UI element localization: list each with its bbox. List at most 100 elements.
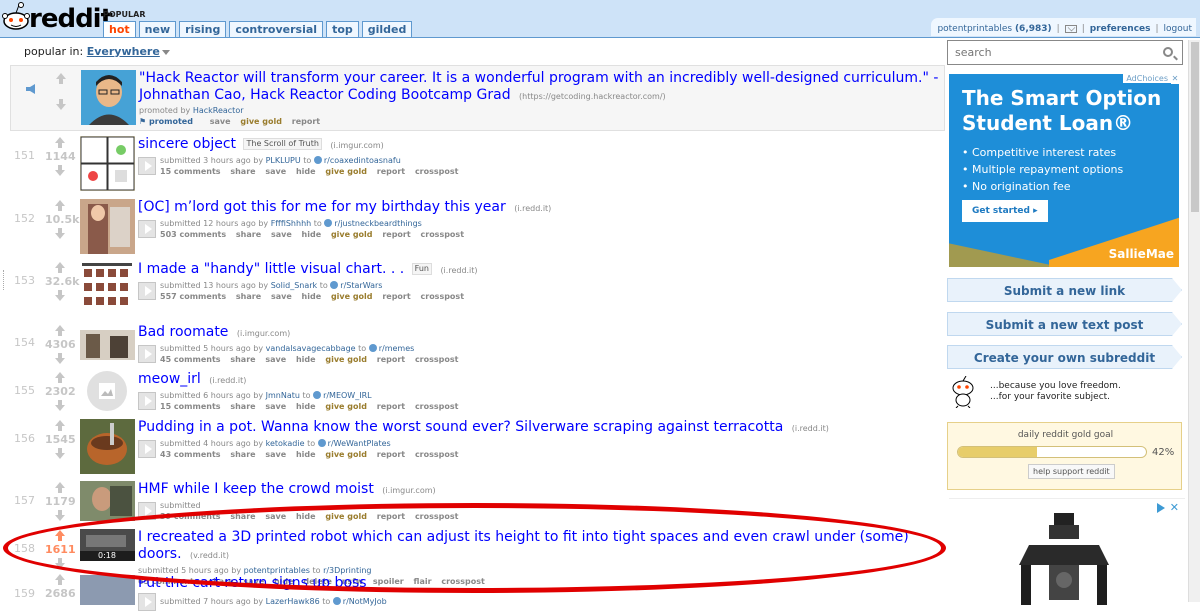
save-button[interactable]: save bbox=[265, 450, 286, 459]
tab-hot[interactable]: hot bbox=[103, 21, 136, 37]
share-button[interactable]: share bbox=[236, 292, 261, 301]
post-title[interactable]: meow_irl bbox=[138, 371, 201, 387]
submit-link-button[interactable]: Submit a new link bbox=[947, 278, 1182, 302]
crosspost-button[interactable]: crosspost bbox=[415, 450, 459, 459]
downvote-icon[interactable] bbox=[53, 447, 67, 461]
sallie-mae-ad[interactable]: AdChoices ✕ The Smart Option Student Loa… bbox=[949, 74, 1179, 267]
save-button[interactable]: save bbox=[265, 512, 286, 521]
report-button[interactable]: report bbox=[377, 167, 405, 176]
post-thumbnail[interactable] bbox=[80, 481, 135, 521]
give-gold-button[interactable]: give gold bbox=[331, 292, 373, 301]
expand-media-button[interactable] bbox=[138, 391, 156, 410]
post-title[interactable]: Pudding in a pot. Wanna know the worst s… bbox=[138, 419, 783, 435]
save-button[interactable]: save bbox=[265, 167, 286, 176]
chevron-down-icon[interactable] bbox=[161, 49, 170, 55]
give-gold-button[interactable]: give gold bbox=[325, 450, 367, 459]
expand-media-button[interactable] bbox=[138, 501, 156, 520]
subreddit-link[interactable]: r/MEOW_IRL bbox=[323, 391, 372, 400]
post-thumbnail[interactable] bbox=[80, 369, 135, 424]
downvote-icon[interactable] bbox=[54, 98, 68, 112]
post-domain[interactable]: (i.imgur.com) bbox=[330, 141, 383, 150]
post-domain[interactable]: (i.redd.it) bbox=[440, 266, 477, 275]
upvote-icon[interactable] bbox=[53, 419, 67, 433]
location-dropdown[interactable]: Everywhere bbox=[87, 45, 160, 58]
author-link[interactable]: JmnNatu bbox=[266, 391, 300, 400]
search-icon[interactable] bbox=[1163, 47, 1173, 57]
post-domain[interactable]: (i.redd.it) bbox=[209, 376, 246, 385]
downvote-icon[interactable] bbox=[53, 352, 67, 366]
give-gold-button[interactable]: give gold bbox=[325, 355, 367, 364]
tab-new[interactable]: new bbox=[138, 21, 177, 37]
upvote-icon[interactable] bbox=[54, 72, 68, 86]
ad-close-icon[interactable]: ✕ bbox=[1170, 501, 1179, 514]
post-title[interactable]: HMF while I keep the crowd moist bbox=[138, 481, 374, 497]
subreddit-link[interactable]: r/3Dprinting bbox=[323, 566, 371, 575]
post-title[interactable]: Bad roomate bbox=[138, 324, 228, 340]
upvote-icon[interactable] bbox=[53, 199, 67, 213]
share-button[interactable]: share bbox=[236, 230, 261, 239]
give-gold-button[interactable]: give gold bbox=[325, 402, 367, 411]
expand-media-button[interactable] bbox=[138, 219, 156, 238]
share-button[interactable]: share bbox=[230, 402, 255, 411]
post-domain[interactable]: (https://getcoding.hackreactor.com/) bbox=[519, 92, 666, 101]
post-thumbnail[interactable] bbox=[80, 419, 135, 474]
post-thumbnail[interactable] bbox=[80, 199, 135, 254]
ad-close-icon[interactable]: ✕ bbox=[1171, 74, 1179, 84]
subreddit-link[interactable]: r/justneckbeardthings bbox=[334, 219, 421, 228]
help-support-button[interactable]: help support reddit bbox=[1028, 464, 1115, 479]
hide-button[interactable]: hide bbox=[296, 167, 316, 176]
subreddit-link[interactable]: r/coaxedintoasnafu bbox=[324, 156, 401, 165]
post-title[interactable]: sincere object bbox=[138, 136, 236, 152]
post-domain[interactable]: (i.redd.it) bbox=[514, 204, 551, 213]
comments-link[interactable]: 503 comments bbox=[160, 230, 226, 239]
report-button[interactable]: report bbox=[377, 402, 405, 411]
save-button[interactable]: save bbox=[271, 230, 292, 239]
author-link[interactable]: PLKLUPU bbox=[266, 156, 301, 165]
post-domain[interactable]: (i.imgur.com) bbox=[237, 329, 290, 338]
post-thumbnail[interactable] bbox=[80, 261, 135, 316]
crosspost-button[interactable]: crosspost bbox=[415, 512, 459, 521]
report-button[interactable]: report bbox=[377, 450, 405, 459]
side-collapse-handle[interactable] bbox=[3, 270, 7, 290]
post-thumbnail[interactable] bbox=[80, 575, 135, 605]
crosspost-button[interactable]: crosspost bbox=[415, 402, 459, 411]
tab-gilded[interactable]: gilded bbox=[361, 21, 413, 37]
save-button[interactable]: save bbox=[265, 355, 286, 364]
hide-button[interactable]: hide bbox=[302, 292, 322, 301]
comments-link[interactable]: 557 comments bbox=[160, 292, 226, 301]
downvote-icon[interactable] bbox=[53, 509, 67, 523]
downvote-icon[interactable] bbox=[53, 164, 67, 178]
give-gold-button[interactable]: give gold bbox=[240, 117, 282, 126]
post-title[interactable]: [OC] m’lord got this for me for my birth… bbox=[138, 199, 506, 215]
subreddit-link[interactable]: r/StarWars bbox=[340, 281, 382, 290]
share-button[interactable]: share bbox=[230, 512, 255, 521]
post-thumbnail[interactable] bbox=[80, 324, 135, 360]
downvote-icon[interactable] bbox=[53, 399, 67, 413]
post-domain[interactable]: (i.redd.it) bbox=[792, 424, 829, 433]
subreddit-link[interactable]: r/WeWantPlates bbox=[328, 439, 391, 448]
report-button[interactable]: report bbox=[382, 292, 410, 301]
hide-button[interactable]: hide bbox=[296, 355, 316, 364]
hide-button[interactable]: hide bbox=[296, 450, 316, 459]
upvote-icon[interactable] bbox=[53, 324, 67, 338]
report-button[interactable]: report bbox=[377, 512, 405, 521]
upvote-icon[interactable] bbox=[53, 481, 67, 495]
save-button[interactable]: save bbox=[271, 292, 292, 301]
crosspost-button[interactable]: crosspost bbox=[421, 230, 465, 239]
give-gold-button[interactable]: give gold bbox=[325, 512, 367, 521]
post-domain[interactable]: (i.imgur.com) bbox=[382, 486, 435, 495]
comments-link[interactable]: 15 comments bbox=[160, 402, 221, 411]
tab-rising[interactable]: rising bbox=[179, 21, 227, 37]
post-title[interactable]: I made a "handy" little visual chart. . … bbox=[138, 261, 404, 277]
comments-link[interactable]: 39 comments bbox=[160, 512, 221, 521]
reddit-logo[interactable]: reddit bbox=[2, 1, 113, 37]
product-ad[interactable]: ✕ bbox=[949, 498, 1185, 608]
author-link[interactable]: potentprintables bbox=[244, 566, 310, 575]
give-gold-button[interactable]: give gold bbox=[331, 230, 373, 239]
save-button[interactable]: save bbox=[210, 117, 231, 126]
advertiser-link[interactable]: HackReactor bbox=[193, 106, 244, 115]
crosspost-button[interactable]: crosspost bbox=[415, 355, 459, 364]
hide-button[interactable]: hide bbox=[296, 512, 316, 521]
share-button[interactable]: share bbox=[230, 167, 255, 176]
author-link[interactable]: Solid_Snark bbox=[271, 281, 317, 290]
